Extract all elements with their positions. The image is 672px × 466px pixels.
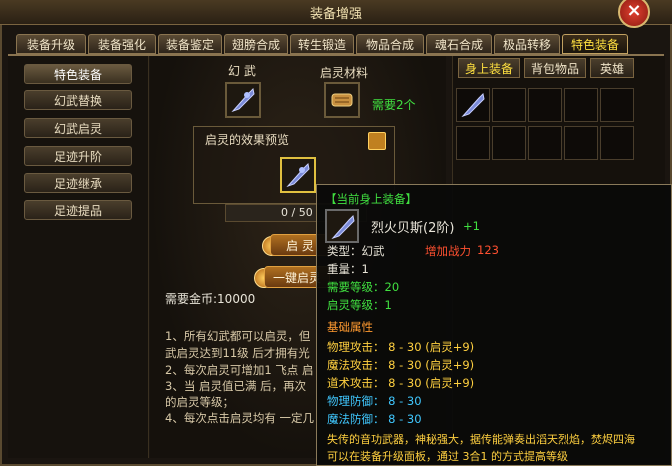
- tab-item-synthesis[interactable]: 物品合成: [356, 34, 424, 54]
- tooltip-desc-line: 失传的音功武器，神秘强大，据传能弹奏出滔天烈焰，焚烬四海: [327, 433, 635, 446]
- note-line: 3、当 启灵值已满 后，再次: [165, 379, 307, 393]
- tab-worn-equipment[interactable]: 身上装备: [458, 58, 520, 78]
- tooltip-item-plus: +1: [463, 219, 480, 233]
- tab-equip-identify[interactable]: 装备鉴定: [158, 34, 222, 54]
- inventory-cell[interactable]: [528, 88, 562, 122]
- side-item-footprint-upgrade[interactable]: 足迹升阶: [24, 146, 132, 166]
- material-slot[interactable]: [324, 82, 360, 118]
- material-slot-label: 启灵材料: [320, 66, 369, 80]
- tab-wing-synthesis[interactable]: 翅膀合成: [224, 34, 288, 54]
- tooltip-stat-phys-atk: 物理攻击： 8 - 30 (启灵+9): [327, 340, 475, 354]
- tooltip-power-value: 123: [477, 243, 499, 257]
- tab-hero[interactable]: 英雄: [590, 58, 634, 78]
- inventory-cell[interactable]: [528, 126, 562, 160]
- note-line: 2、每次启灵可增加1 飞点 启: [165, 363, 314, 377]
- inventory-cell[interactable]: [564, 88, 598, 122]
- preview-label: 启灵的效果预览: [205, 133, 290, 147]
- window-title: 装备增强: [309, 7, 362, 22]
- tab-bag-items[interactable]: 背包物品: [524, 58, 586, 78]
- huanwu-slot-label: 幻 武: [228, 64, 256, 78]
- inventory-cell[interactable]: [492, 88, 526, 122]
- tab-special-equip[interactable]: 特色装备: [562, 34, 628, 54]
- tooltip-item-name: 烈火贝斯(2阶): [371, 221, 455, 236]
- qiling-progress-text: 0 / 50: [281, 206, 313, 219]
- tab-rebirth-forge[interactable]: 转生锻造: [290, 34, 354, 54]
- weapon-icon: [331, 214, 355, 240]
- gold-cost: 需要金币:10000: [165, 292, 256, 306]
- scroll-icon: [331, 93, 353, 107]
- note-line: 4、每次点击启灵均有 一定几: [165, 411, 314, 425]
- inventory-cell[interactable]: [564, 126, 598, 160]
- huanwu-slot[interactable]: [225, 82, 261, 118]
- tooltip-base-attr: 基础属性: [327, 320, 373, 334]
- side-item-huanwu-qiling[interactable]: 幻武启灵: [24, 118, 132, 138]
- inventory-cell[interactable]: [456, 88, 490, 122]
- tab-equip-enhance[interactable]: 装备强化: [88, 34, 156, 54]
- tab-equip-upgrade[interactable]: 装备升级: [16, 34, 86, 54]
- side-menu: [8, 56, 149, 458]
- side-item-huanwu-replace[interactable]: 幻武替换: [24, 90, 132, 110]
- tooltip-stat-mag-def: 魔法防御： 8 - 30: [327, 412, 422, 426]
- tooltip-weight: 重量：1: [327, 262, 369, 276]
- item-tooltip: 【当前身上装备】 烈火贝斯(2阶) +1 类型：幻武 增加战力 123 重量：1…: [316, 184, 672, 466]
- note-line: 的启灵等级；: [165, 395, 234, 409]
- tooltip-header: 【当前身上装备】: [325, 192, 417, 206]
- weapon-icon: [286, 162, 310, 188]
- note-line: 武启灵达到11级 后才拥有光: [165, 346, 310, 360]
- inventory-cell[interactable]: [600, 126, 634, 160]
- inventory-cell[interactable]: [492, 126, 526, 160]
- tab-elite-transfer[interactable]: 极品转移: [494, 34, 560, 54]
- weapon-icon: [461, 92, 485, 118]
- inventory-cell[interactable]: [456, 126, 490, 160]
- tooltip-desc-line: 可以在装备升级面板，通过 3合1 的方式提高等级: [327, 450, 568, 463]
- info-icon[interactable]: [368, 132, 386, 150]
- weapon-icon: [231, 87, 255, 113]
- tooltip-stat-tao-atk: 道术攻击： 8 - 30 (启灵+9): [327, 376, 475, 390]
- tab-soulstone-synthesis[interactable]: 魂石合成: [426, 34, 492, 54]
- side-item-special-equip[interactable]: 特色装备: [24, 64, 132, 84]
- tooltip-req-level: 需要等级：20: [327, 280, 400, 294]
- tooltip-power-label: 增加战力: [425, 244, 471, 258]
- note-line: 1、所有幻武都可以启灵，但: [165, 329, 311, 343]
- tooltip-item-icon: [325, 209, 359, 243]
- tooltip-stat-phys-def: 物理防御： 8 - 30: [327, 394, 422, 408]
- tooltip-type: 类型：幻武: [327, 244, 385, 258]
- tooltip-stat-mag-atk: 魔法攻击： 8 - 30 (启灵+9): [327, 358, 475, 372]
- inventory-cell[interactable]: [600, 88, 634, 122]
- material-need-count: 需要2个: [372, 98, 416, 112]
- preview-slot: [280, 157, 316, 193]
- side-item-footprint-inherit[interactable]: 足迹继承: [24, 173, 132, 193]
- tooltip-qiling-level: 启灵等级：1: [327, 298, 392, 312]
- side-item-footprint-quality[interactable]: 足迹提品: [24, 200, 132, 220]
